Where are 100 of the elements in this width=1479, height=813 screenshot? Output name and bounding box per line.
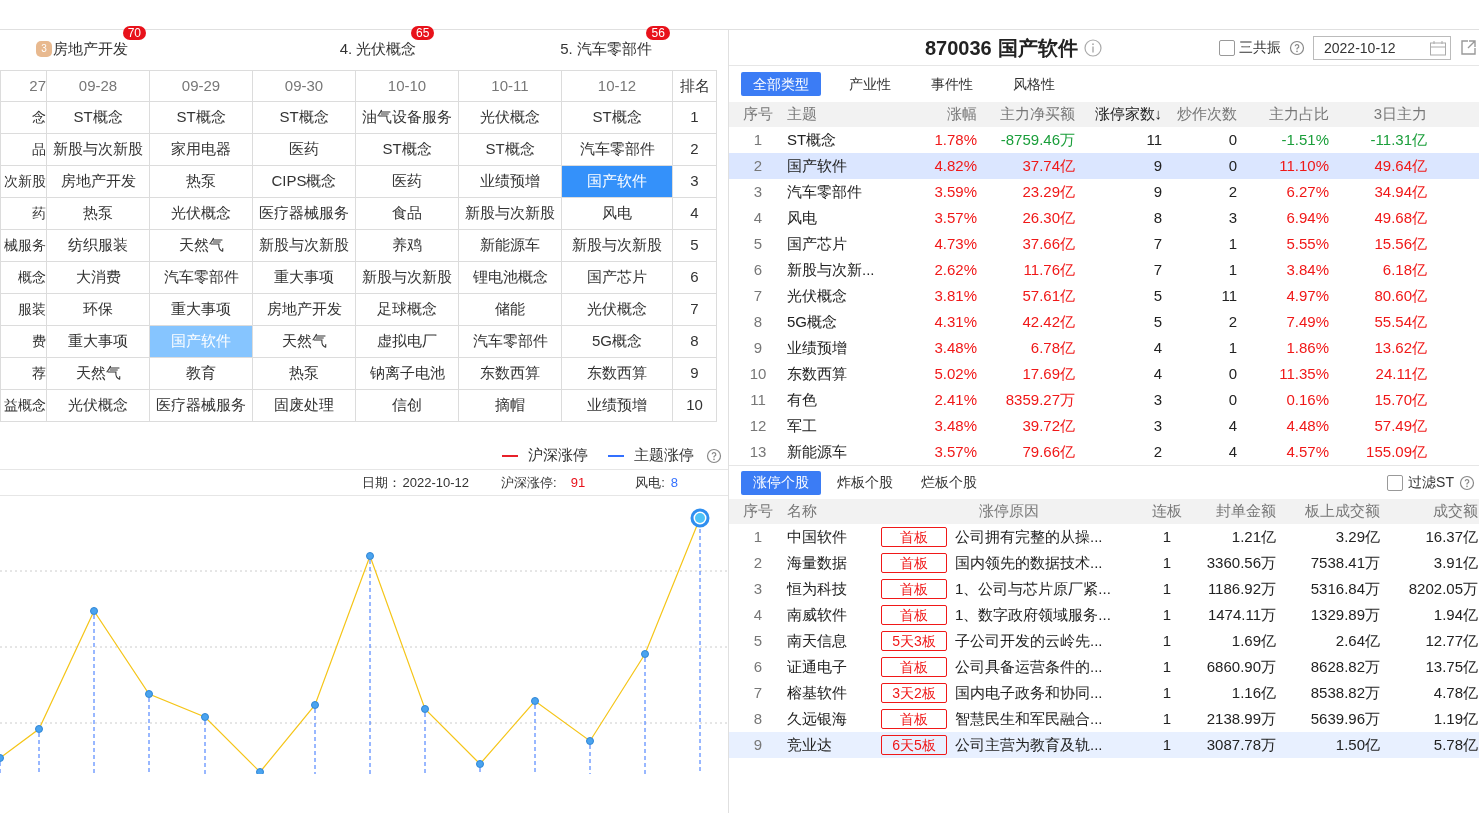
highlighted-point[interactable] xyxy=(690,508,710,528)
column-header[interactable]: 板上成交额 xyxy=(1276,500,1380,523)
tab[interactable]: 涨停个股 xyxy=(741,470,821,495)
tab[interactable]: 风格性 xyxy=(1001,72,1067,96)
grid-cell[interactable]: 业绩预增 xyxy=(562,390,673,422)
grid-cell[interactable]: 纺织服装 xyxy=(47,230,150,262)
grid-cell[interactable]: 房地产开发 xyxy=(253,294,356,326)
grid-cell[interactable]: 东数西算 xyxy=(459,358,562,390)
export-icon[interactable] xyxy=(1459,38,1477,57)
grid-cell[interactable]: 次新股 xyxy=(1,166,47,198)
grid-cell[interactable]: 国产芯片 xyxy=(562,262,673,294)
grid-cell[interactable]: 油气设备服务 xyxy=(356,102,459,134)
column-header[interactable]: 序号 xyxy=(729,103,787,126)
table-row[interactable]: 6 新股与次新... 2.62% 11.76亿 7 1 3.84% 6.18亿 xyxy=(729,257,1479,283)
grid-cell[interactable]: 药 xyxy=(1,198,47,230)
grid-cell[interactable]: ST概念 xyxy=(253,102,356,134)
grid-cell[interactable]: 新股与次新股 xyxy=(459,198,562,230)
data-point[interactable] xyxy=(0,754,4,762)
data-point[interactable] xyxy=(311,701,319,709)
ranking-label[interactable]: 房地产开发 xyxy=(53,37,128,60)
column-header[interactable]: 连板 xyxy=(1139,500,1195,523)
column-header[interactable]: 主力净买额 xyxy=(977,103,1075,126)
table-row[interactable]: 8 5G概念 4.31% 42.42亿 5 2 7.49% 55.54亿 xyxy=(729,309,1479,335)
table-row[interactable]: 8 久远银海 首板 智慧民生和军民融合... 1 2138.99万 5639.96万 1.19亿 xyxy=(729,706,1479,732)
grid-cell[interactable]: 天然气 xyxy=(253,326,356,358)
column-header[interactable]: 涨停原因 xyxy=(879,500,1139,523)
data-point[interactable] xyxy=(366,552,374,560)
grid-cell[interactable]: 储能 xyxy=(459,294,562,326)
table-row[interactable]: 10 东数西算 5.02% 17.69亿 4 0 11.35% 24.11亿 xyxy=(729,361,1479,387)
grid-cell[interactable]: 食品 xyxy=(356,198,459,230)
grid-cell[interactable]: 医药 xyxy=(356,166,459,198)
grid-cell[interactable]: 新股与次新股 xyxy=(562,230,673,262)
grid-cell[interactable]: 热泵 xyxy=(150,166,253,198)
grid-cell[interactable]: 光伏概念 xyxy=(562,294,673,326)
grid-cell[interactable]: ST概念 xyxy=(459,134,562,166)
table-row[interactable]: 3 恒为科技 首板 1、公司与芯片原厂紧... 1 1186.92万 5316.84万 8202.05万 xyxy=(729,576,1479,602)
grid-cell[interactable]: ST概念 xyxy=(47,102,150,134)
data-point[interactable] xyxy=(145,690,153,698)
grid-cell[interactable]: 光伏概念 xyxy=(150,198,253,230)
table-row[interactable]: 4 风电 3.57% 26.30亿 8 3 6.94% 49.68亿 xyxy=(729,205,1479,231)
data-point[interactable] xyxy=(35,725,43,733)
grid-cell[interactable]: 新股与次新股 xyxy=(253,230,356,262)
grid-cell[interactable]: 汽车零部件 xyxy=(150,262,253,294)
column-header[interactable]: 涨停家数↓ xyxy=(1075,103,1162,126)
tab[interactable]: 烂板个股 xyxy=(909,470,989,495)
stock-name[interactable]: 竞业达 xyxy=(787,733,879,757)
stock-name[interactable]: 证通电子 xyxy=(787,655,879,679)
grid-cell[interactable]: 械服务 xyxy=(1,230,47,262)
grid-cell[interactable]: ST概念 xyxy=(562,102,673,134)
grid-cell[interactable]: 医药 xyxy=(253,134,356,166)
checkbox[interactable] xyxy=(1219,39,1235,56)
grid-cell[interactable]: 医疗器械服务 xyxy=(150,390,253,422)
calendar-icon[interactable] xyxy=(1429,39,1447,56)
data-point[interactable] xyxy=(201,713,209,721)
table-row[interactable]: 1 中国软件 首板 公司拥有完整的从操... 1 1.21亿 3.29亿 16.37亿 xyxy=(729,524,1479,550)
grid-cell[interactable]: 光伏概念 xyxy=(47,390,150,422)
grid-cell[interactable]: 医疗器械服务 xyxy=(253,198,356,230)
tab[interactable]: 产业性 xyxy=(837,72,903,96)
grid-cell[interactable]: 新股与次新股 xyxy=(47,134,150,166)
grid-cell[interactable]: 费 xyxy=(1,326,47,358)
grid-cell[interactable]: 钠离子电池 xyxy=(356,358,459,390)
checkbox-label[interactable]: 过滤ST xyxy=(1408,472,1454,493)
column-header[interactable]: 主题 xyxy=(787,103,899,126)
column-header[interactable]: 成交额 xyxy=(1380,500,1478,523)
stock-name[interactable]: 海量数据 xyxy=(787,551,879,575)
table-row[interactable]: 7 榕基软件 3天2板 国内电子政务和协同... 1 1.16亿 8538.82万 4.78亿 xyxy=(729,680,1479,706)
table-row[interactable]: 2 海量数据 首板 国内领先的数据技术... 1 3360.56万 7538.41万 3.91亿 xyxy=(729,550,1479,576)
column-header[interactable]: 主力占比 xyxy=(1237,103,1329,126)
grid-cell[interactable]: 荐 xyxy=(1,358,47,390)
grid-cell[interactable]: ST概念 xyxy=(150,102,253,134)
grid-cell[interactable]: 锂电池概念 xyxy=(459,262,562,294)
info-icon[interactable] xyxy=(1083,38,1102,57)
grid-cell[interactable]: 风电 xyxy=(562,198,673,230)
table-row[interactable]: 12 军工 3.48% 39.72亿 3 4 4.48% 57.49亿 xyxy=(729,413,1479,439)
help-icon[interactable] xyxy=(1289,39,1305,56)
table-row[interactable]: 9 竞业达 6天5板 公司主营为教育及轨... 1 3087.78万 1.50亿 5.78亿 xyxy=(729,732,1479,758)
column-header[interactable]: 炒作次数 xyxy=(1162,103,1237,126)
data-point[interactable] xyxy=(90,607,98,615)
grid-cell[interactable]: 5G概念 xyxy=(562,326,673,358)
grid-cell[interactable]: 家用电器 xyxy=(150,134,253,166)
grid-cell[interactable]: 品 xyxy=(1,134,47,166)
table-row[interactable]: 1 ST概念 1.78% -8759.46万 11 0 -1.51% -11.31亿 xyxy=(729,127,1479,153)
stock-name[interactable]: 南天信息 xyxy=(787,629,879,653)
ranking-label[interactable]: 5. 汽车零部件 xyxy=(560,37,652,60)
table-row[interactable]: 11 有色 2.41% 8359.27万 3 0 0.16% 15.70亿 xyxy=(729,387,1479,413)
column-header[interactable]: 名称 xyxy=(787,500,879,523)
checkbox-label[interactable]: 三共振 xyxy=(1239,37,1281,58)
grid-cell[interactable]: 念 xyxy=(1,102,47,134)
table-row[interactable]: 7 光伏概念 3.81% 57.61亿 5 11 4.97% 80.60亿 xyxy=(729,283,1479,309)
help-icon[interactable] xyxy=(706,447,722,464)
grid-cell[interactable]: 养鸡 xyxy=(356,230,459,262)
grid-cell[interactable]: 东数西算 xyxy=(562,358,673,390)
data-point[interactable] xyxy=(476,760,484,768)
stock-name[interactable]: 中国软件 xyxy=(787,525,879,549)
help-icon[interactable] xyxy=(1459,474,1475,491)
grid-cell[interactable]: 服装 xyxy=(1,294,47,326)
table-row[interactable]: 9 业绩预增 3.48% 6.78亿 4 1 1.86% 13.62亿 xyxy=(729,335,1479,361)
grid-cell[interactable]: 新股与次新股 xyxy=(356,262,459,294)
checkbox[interactable] xyxy=(1387,474,1404,491)
grid-cell[interactable]: 环保 xyxy=(47,294,150,326)
